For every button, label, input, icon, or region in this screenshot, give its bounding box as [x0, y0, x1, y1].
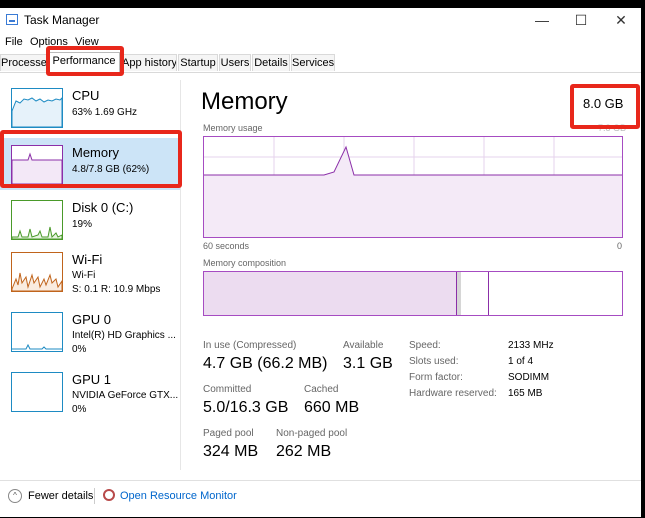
resource-disk[interactable]: Disk 0 (C:) 19% [0, 192, 180, 244]
fewer-details-link[interactable]: Fewer details [28, 490, 93, 502]
resource-detail: 63% 1.69 GHz [72, 107, 138, 118]
resource-detail: Intel(R) HD Graphics ... [72, 330, 176, 341]
task-manager-window: Task Manager — ☐ ✕ File Options View Pro… [0, 8, 641, 517]
resource-list: CPU 63% 1.69 GHz Memory 4.8/7.8 GB (62%)… [0, 80, 181, 470]
resource-name: GPU 0 [72, 312, 112, 327]
in-use-segment [204, 272, 457, 315]
available-label: Available [343, 340, 384, 351]
non-paged-pool-label: Non-paged pool [276, 428, 348, 439]
menu-view[interactable]: View [75, 36, 99, 48]
resource-name: Memory [72, 145, 119, 160]
footer-bar: ^ Fewer details Open Resource Monitor [0, 480, 641, 518]
minimize-button[interactable]: — [527, 10, 557, 30]
resource-name: GPU 1 [72, 372, 112, 387]
chevron-up-icon[interactable]: ^ [8, 489, 22, 503]
tab-processes[interactable]: Processe [0, 54, 47, 71]
resource-cpu[interactable]: CPU 63% 1.69 GHz [0, 80, 180, 132]
memory-usage-graph [203, 136, 623, 238]
memory-usage-label: Memory usage [203, 123, 263, 133]
window-title: Task Manager [24, 13, 100, 27]
resource-detail-2: 0% [72, 404, 87, 415]
committed-label: Committed [203, 384, 252, 395]
resource-detail: 19% [72, 219, 93, 230]
time-span-label: 60 seconds [203, 241, 250, 251]
menu-options[interactable]: Options [30, 36, 68, 48]
page-title: Memory [201, 88, 288, 115]
footer-divider [94, 488, 95, 504]
open-resource-monitor-link[interactable]: Open Resource Monitor [120, 490, 237, 502]
slots-used-label: Slots used: [409, 356, 459, 367]
memory-usage-max: 7.8 GB [598, 123, 627, 133]
available-value: 3.1 GB [343, 355, 393, 372]
resource-name: Wi-Fi [72, 252, 103, 267]
non-paged-pool-value: 262 MB [276, 443, 332, 460]
memory-composition-bar [203, 271, 623, 316]
title-bar: Task Manager — ☐ ✕ [0, 8, 641, 32]
paged-pool-value: 324 MB [203, 443, 259, 460]
time-zero-label: 0 [617, 241, 623, 251]
tab-strip: Processe Performance App history Startup… [0, 52, 641, 73]
resource-monitor-icon [103, 489, 115, 501]
menu-file[interactable]: File [5, 36, 23, 48]
resource-gpu1[interactable]: GPU 1 NVIDIA GeForce GTX... 0% [0, 364, 180, 416]
resource-name: CPU [72, 88, 100, 103]
cached-label: Cached [304, 384, 339, 395]
resource-detail: NVIDIA GeForce GTX... [72, 390, 179, 401]
modified-segment [457, 272, 461, 315]
tab-performance[interactable]: Performance [48, 52, 120, 73]
in-use-value: 4.7 GB (66.2 MB) [203, 355, 328, 372]
memory-thumbnail-graph [11, 145, 63, 185]
task-manager-icon [6, 14, 18, 25]
form-factor-value: SODIMM [508, 372, 550, 383]
speed-label: Speed: [409, 340, 441, 351]
in-use-label: In use (Compressed) [203, 340, 297, 351]
paged-pool-label: Paged pool [203, 428, 254, 439]
memory-composition-label: Memory composition [203, 258, 287, 268]
gpu1-thumbnail-graph [11, 372, 63, 412]
standby-boundary [488, 272, 489, 315]
tab-services[interactable]: Services [291, 54, 335, 71]
total-memory: 8.0 GB [583, 96, 624, 111]
cached-value: 660 MB [304, 399, 360, 416]
resource-detail-2: S: 0.1 R: 10.9 Mbps [72, 284, 161, 295]
slots-used-value: 1 of 4 [508, 356, 534, 367]
hardware-reserved-label: Hardware reserved: [409, 388, 497, 399]
resource-detail: Wi-Fi [72, 270, 96, 281]
speed-value: 2133 MHz [508, 340, 554, 351]
tab-details[interactable]: Details [252, 54, 290, 71]
resource-wifi[interactable]: Wi-Fi Wi-Fi S: 0.1 R: 10.9 Mbps [0, 244, 180, 296]
tab-startup[interactable]: Startup [178, 54, 218, 71]
cpu-thumbnail-graph [11, 88, 63, 128]
tab-app-history[interactable]: App history [121, 54, 177, 71]
close-button[interactable]: ✕ [606, 10, 636, 30]
resource-detail-2: 0% [72, 344, 87, 355]
resource-detail: 4.8/7.8 GB (62%) [72, 164, 150, 175]
gpu0-thumbnail-graph [11, 312, 63, 352]
hardware-reserved-value: 165 MB [508, 388, 543, 399]
wifi-thumbnail-graph [11, 252, 63, 292]
disk-thumbnail-graph [11, 200, 63, 240]
resource-name: Disk 0 (C:) [72, 200, 134, 215]
resource-memory[interactable]: Memory 4.8/7.8 GB (62%) [0, 138, 180, 190]
resource-gpu0[interactable]: GPU 0 Intel(R) HD Graphics ... 0% [0, 304, 180, 356]
committed-value: 5.0/16.3 GB [203, 399, 289, 416]
maximize-button[interactable]: ☐ [566, 10, 596, 30]
form-factor-label: Form factor: [409, 372, 463, 383]
tab-users[interactable]: Users [219, 54, 251, 71]
